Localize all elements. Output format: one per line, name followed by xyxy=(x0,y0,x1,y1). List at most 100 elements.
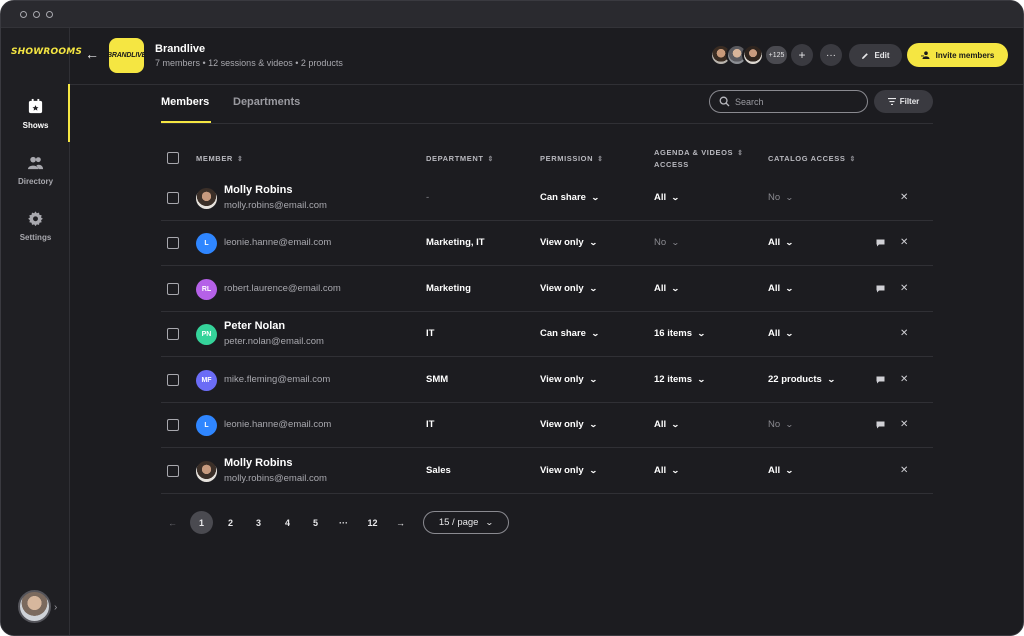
permission-value: View only xyxy=(540,237,584,248)
page-button[interactable]: 5 xyxy=(304,511,327,534)
table-row[interactable]: Molly Robins molly.robins@email.com Sale… xyxy=(161,449,933,494)
agenda-value: All xyxy=(654,465,667,476)
table-row[interactable]: PN Peter Nolan peter.nolan@email.com IT … xyxy=(161,312,933,357)
row-checkbox[interactable] xyxy=(167,374,179,386)
table-row[interactable]: MF mike.fleming@email.com SMM View only ⌄… xyxy=(161,358,933,403)
add-member-button[interactable]: + xyxy=(791,44,813,66)
agenda-access-dropdown[interactable]: All ⌄ xyxy=(654,283,680,294)
page-button[interactable]: 12 xyxy=(361,511,384,534)
row-checkbox[interactable] xyxy=(167,328,179,340)
current-user-avatar[interactable] xyxy=(18,590,51,623)
row-checkbox[interactable] xyxy=(167,465,179,477)
catalog-access-dropdown[interactable]: All ⌄ xyxy=(768,465,794,476)
sidebar-item-directory[interactable]: Directory xyxy=(1,154,70,186)
page-ellipsis[interactable]: ··· xyxy=(332,511,355,534)
catalog-value: All xyxy=(768,465,781,476)
agenda-access-dropdown[interactable]: 16 items ⌄ xyxy=(654,328,706,339)
catalog-access-dropdown[interactable]: All ⌄ xyxy=(768,237,794,248)
remove-member-icon[interactable]: ✕ xyxy=(900,283,908,294)
member-name: Molly Robins xyxy=(224,457,293,469)
remove-member-icon[interactable]: ✕ xyxy=(900,374,908,385)
active-tab-indicator xyxy=(161,121,211,123)
remove-member-icon[interactable]: ✕ xyxy=(900,419,908,430)
page-size-select[interactable]: 15 / page ⌄ xyxy=(423,511,509,534)
avatar: PN xyxy=(196,324,217,345)
agenda-value: All xyxy=(654,419,667,430)
page-button[interactable]: 3 xyxy=(247,511,270,534)
remove-member-icon[interactable]: ✕ xyxy=(900,465,908,476)
agenda-access-dropdown[interactable]: No ⌄ xyxy=(654,237,680,248)
row-checkbox[interactable] xyxy=(167,237,179,249)
table-row[interactable]: L leonie.hanne@email.com IT View only ⌄ A… xyxy=(161,403,933,448)
edit-button[interactable]: Edit xyxy=(849,44,902,67)
remove-member-icon[interactable]: ✕ xyxy=(900,328,908,339)
catalog-value: All xyxy=(768,237,781,248)
select-all-checkbox[interactable] xyxy=(167,152,179,164)
table-row[interactable]: RL robert.laurence@email.com Marketing V… xyxy=(161,267,933,312)
sidebar-item-shows[interactable]: Shows xyxy=(1,98,70,130)
catalog-access-dropdown[interactable]: No ⌄ xyxy=(768,192,794,203)
chevron-down-icon: ⌄ xyxy=(785,238,794,247)
permission-value: View only xyxy=(540,374,584,385)
permission-dropdown[interactable]: Can share ⌄ xyxy=(540,192,600,203)
row-checkbox[interactable] xyxy=(167,192,179,204)
message-icon[interactable] xyxy=(876,285,885,293)
agenda-access-dropdown[interactable]: 12 items ⌄ xyxy=(654,374,706,385)
column-header-department[interactable]: DEPARTMENT ⇕ xyxy=(426,153,494,165)
message-icon[interactable] xyxy=(876,239,885,247)
column-header-member[interactable]: MEMBER ⇕ xyxy=(196,153,243,165)
catalog-access-dropdown[interactable]: All ⌄ xyxy=(768,328,794,339)
table-row[interactable]: L leonie.hanne@email.com Marketing, IT V… xyxy=(161,221,933,266)
department-cell: Sales xyxy=(426,465,451,476)
column-header-catalog[interactable]: CATALOG ACCESS ⇕ xyxy=(768,153,856,165)
catalog-access-dropdown[interactable]: 22 products ⌄ xyxy=(768,374,836,385)
page-button[interactable]: 2 xyxy=(219,511,242,534)
tab-departments[interactable]: Departments xyxy=(233,96,300,108)
chevron-down-icon: ⌄ xyxy=(785,193,794,202)
table-row[interactable]: Molly Robins molly.robins@email.com - Ca… xyxy=(161,176,933,221)
catalog-access-dropdown[interactable]: No ⌄ xyxy=(768,419,794,430)
agenda-access-dropdown[interactable]: All ⌄ xyxy=(654,465,680,476)
window-maximize-button[interactable] xyxy=(46,11,53,18)
permission-dropdown[interactable]: View only ⌄ xyxy=(540,465,597,476)
chevron-down-icon: ⌄ xyxy=(785,329,794,338)
back-arrow-icon[interactable]: ← xyxy=(85,46,99,62)
remove-member-icon[interactable]: ✕ xyxy=(900,192,908,203)
agenda-access-dropdown[interactable]: All ⌄ xyxy=(654,419,680,430)
row-checkbox[interactable] xyxy=(167,283,179,295)
search-input[interactable]: Search xyxy=(709,90,868,113)
chevron-right-icon[interactable]: › xyxy=(54,602,57,613)
invite-button-label: Invite members xyxy=(935,50,995,60)
filter-button[interactable]: Filter xyxy=(874,90,933,113)
column-label: DEPARTMENT xyxy=(426,154,484,163)
tab-members[interactable]: Members xyxy=(161,96,209,108)
window-minimize-button[interactable] xyxy=(33,11,40,18)
chevron-down-icon: ⌄ xyxy=(671,284,680,293)
sidebar-item-settings[interactable]: Settings xyxy=(1,210,70,242)
next-page-arrow-icon[interactable]: → xyxy=(389,511,412,534)
chevron-down-icon: ⌄ xyxy=(588,420,598,429)
message-icon[interactable] xyxy=(876,376,885,384)
window-close-button[interactable] xyxy=(20,11,27,18)
permission-value: Can share xyxy=(540,328,586,339)
sidebar-item-label: Settings xyxy=(19,233,52,242)
row-checkbox[interactable] xyxy=(167,419,179,431)
catalog-access-dropdown[interactable]: All ⌄ xyxy=(768,283,794,294)
chevron-down-icon: ⌄ xyxy=(588,238,598,247)
message-icon[interactable] xyxy=(876,421,885,429)
chevron-down-icon: ⌄ xyxy=(697,329,706,338)
prev-page-arrow-icon[interactable]: ← xyxy=(161,511,184,534)
remove-member-icon[interactable]: ✕ xyxy=(900,237,908,248)
permission-dropdown[interactable]: View only ⌄ xyxy=(540,237,598,248)
permission-dropdown[interactable]: View only ⌄ xyxy=(540,419,598,430)
agenda-access-dropdown[interactable]: All ⌄ xyxy=(654,192,680,203)
invite-members-button[interactable]: Invite members xyxy=(907,43,1008,67)
column-header-agenda[interactable]: AGENDA & VIDEOS ⇕ ACCESS xyxy=(654,147,744,170)
column-header-permission[interactable]: PERMISSION ⇕ xyxy=(540,153,604,165)
more-options-button[interactable]: ··· xyxy=(820,44,842,66)
page-button[interactable]: 1 xyxy=(190,511,213,534)
permission-dropdown[interactable]: View only ⌄ xyxy=(540,283,597,294)
permission-dropdown[interactable]: View only ⌄ xyxy=(540,374,597,385)
page-button[interactable]: 4 xyxy=(276,511,299,534)
permission-dropdown[interactable]: Can share ⌄ xyxy=(540,328,600,339)
